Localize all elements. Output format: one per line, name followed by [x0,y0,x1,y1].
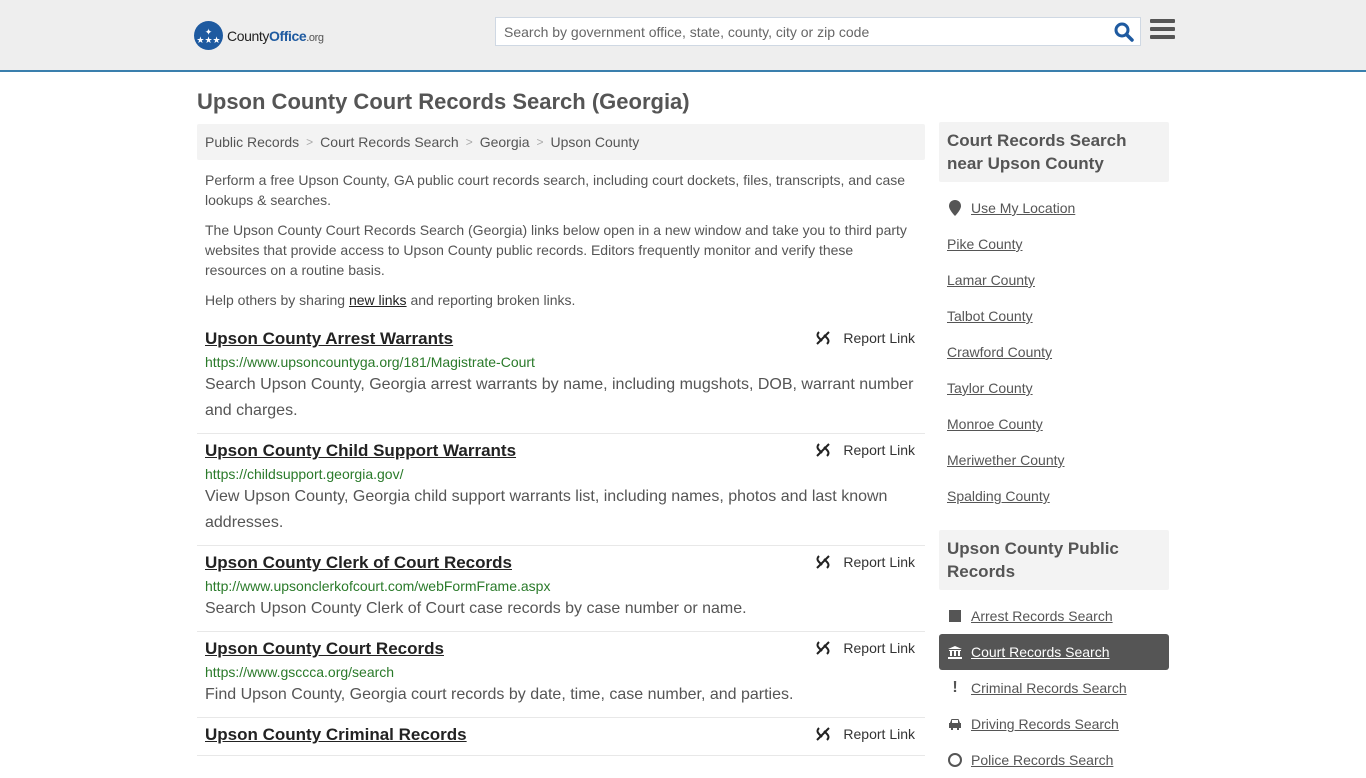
result-item: Upson County Arrest Warrants Report Link… [197,322,925,434]
sidebar: Court Records Search near Upson County U… [939,122,1169,778]
nearby-item: Crawford County [939,334,1169,370]
hamburger-menu-icon[interactable] [1150,19,1175,43]
car-icon [947,718,963,730]
exclamation-icon: ! [952,679,958,696]
logo-text: CountyOffice.org [227,27,324,44]
nearby-county-link[interactable]: Crawford County [947,344,1052,360]
public-record-item: ! Criminal Records Search [939,670,1169,706]
report-link-button[interactable]: Report Link [815,554,915,570]
result-url[interactable]: https://childsupport.georgia.gov/ [205,464,917,484]
intro: Perform a free Upson County, GA public c… [197,170,925,310]
page-title: Upson County Court Records Search (Georg… [197,89,690,114]
nearby-item: Monroe County [939,406,1169,442]
public-record-item: Arrest Records Search [939,598,1169,634]
result-item: Upson County Court Records Report Link h… [197,632,925,718]
breadcrumb: Public Records > Court Records Search > … [197,124,925,160]
eagle-logo-icon: ✦ ★★★ [194,21,223,50]
search-icon [1114,22,1134,42]
result-title-link[interactable]: Upson County Court Records [205,638,444,660]
result-url[interactable]: https://www.upsoncountyga.org/181/Magist… [205,352,917,372]
public-records-heading: Upson County Public Records [939,530,1169,590]
public-record-item: Driving Records Search [939,706,1169,742]
report-link-button[interactable]: Report Link [815,640,915,656]
nearby-item: Lamar County [939,262,1169,298]
intro-paragraph: Perform a free Upson County, GA public c… [205,172,906,208]
broken-link-icon [816,641,831,655]
result-description: Search Upson County, Georgia arrest warr… [205,376,914,419]
broken-link-icon [816,331,831,345]
criminal-records-link[interactable]: Criminal Records Search [971,680,1127,696]
breadcrumb-separator: > [536,135,544,149]
public-records-list: Arrest Records Search Court Records Sear… [939,590,1169,778]
arrest-records-link[interactable]: Arrest Records Search [971,608,1113,624]
report-link-button[interactable]: Report Link [815,330,915,346]
main-content: Public Records > Court Records Search > … [197,124,925,756]
nearby-county-link[interactable]: Pike County [947,236,1022,252]
search-input[interactable] [496,18,1096,45]
result-description: Find Upson County, Georgia court records… [205,686,794,703]
nearby-list: Use My Location Pike County Lamar County… [939,182,1169,514]
nearby-item: Talbot County [939,298,1169,334]
broken-link-icon [816,727,831,741]
nearby-county-link[interactable]: Meriwether County [947,452,1065,468]
nearby-item: Pike County [939,226,1169,262]
broken-link-icon [816,555,831,569]
new-links-link[interactable]: new links [349,292,407,308]
public-record-item-active: Court Records Search [939,634,1169,670]
result-title-link[interactable]: Upson County Arrest Warrants [205,328,453,350]
nearby-heading: Court Records Search near Upson County [939,122,1169,182]
broken-link-icon [816,443,831,457]
result-description: View Upson County, Georgia child support… [205,488,888,531]
result-description: Search Upson County Clerk of Court case … [205,600,747,617]
breadcrumb-public-records[interactable]: Public Records [205,134,299,150]
results-list: Upson County Arrest Warrants Report Link… [197,322,925,756]
driving-records-link[interactable]: Driving Records Search [971,716,1119,732]
result-item: Upson County Clerk of Court Records Repo… [197,546,925,632]
breadcrumb-upson-county[interactable]: Upson County [551,134,640,150]
breadcrumb-separator: > [306,135,314,149]
result-item: Upson County Criminal Records Report Lin… [197,718,925,756]
use-location-item: Use My Location [939,190,1169,226]
nearby-county-link[interactable]: Spalding County [947,488,1050,504]
court-records-link[interactable]: Court Records Search [971,644,1110,660]
square-icon [947,610,963,622]
breadcrumb-georgia[interactable]: Georgia [480,134,530,150]
result-title-link[interactable]: Upson County Criminal Records [205,724,467,746]
intro-paragraph: The Upson County Court Records Search (G… [205,222,907,278]
result-item: Upson County Child Support Warrants Repo… [197,434,925,546]
public-record-item: Police Records Search [939,742,1169,778]
logo[interactable]: ✦ ★★★ CountyOffice.org [194,21,324,50]
nearby-item: Taylor County [939,370,1169,406]
nearby-county-link[interactable]: Taylor County [947,380,1033,396]
breadcrumb-court-records-search[interactable]: Court Records Search [320,134,459,150]
report-link-button[interactable]: Report Link [815,726,915,742]
police-icon [947,753,963,767]
result-title-link[interactable]: Upson County Clerk of Court Records [205,552,512,574]
search-box [495,17,1141,46]
result-url[interactable]: http://www.upsonclerkofcourt.com/webForm… [205,576,917,596]
use-my-location-link[interactable]: Use My Location [971,200,1075,216]
intro-help: Help others by sharing new links and rep… [205,292,576,308]
nearby-county-link[interactable]: Talbot County [947,308,1033,324]
nearby-item: Spalding County [939,478,1169,514]
report-link-button[interactable]: Report Link [815,442,915,458]
header: ✦ ★★★ CountyOffice.org [0,0,1366,72]
result-url[interactable]: https://www.gsccca.org/search [205,662,917,682]
nearby-item: Meriwether County [939,442,1169,478]
nearby-county-link[interactable]: Lamar County [947,272,1035,288]
map-marker-icon [947,200,963,216]
police-records-link[interactable]: Police Records Search [971,752,1113,768]
courthouse-icon [947,645,963,659]
nearby-county-link[interactable]: Monroe County [947,416,1043,432]
result-title-link[interactable]: Upson County Child Support Warrants [205,440,516,462]
breadcrumb-separator: > [465,135,473,149]
search-button[interactable] [1114,22,1134,42]
